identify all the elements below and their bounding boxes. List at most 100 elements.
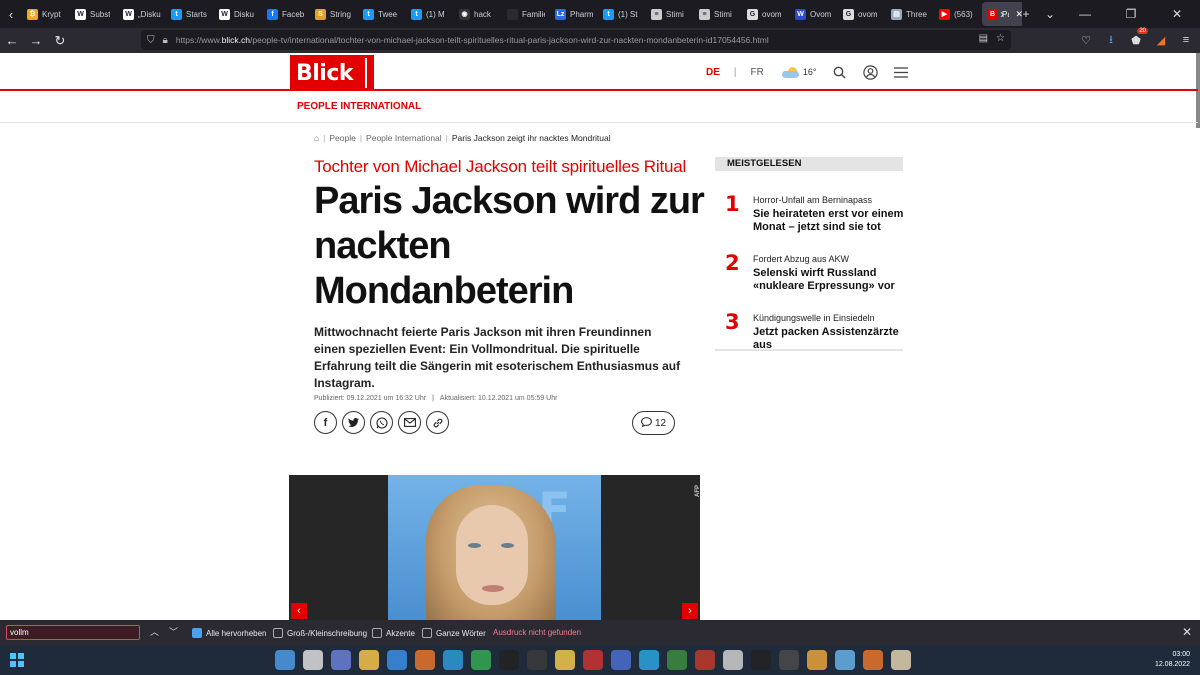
browser-tab[interactable]: t Starts [166,2,214,26]
restore-button[interactable]: ❐ [1108,7,1154,21]
browser-tab[interactable]: ◉ hack [454,2,502,26]
taskbar-app-icon[interactable] [527,650,547,670]
address-bar[interactable]: ⛉ 🔒︎ https://www.blick.ch/people-tv/inte… [141,30,1011,50]
find-next-icon[interactable]: ﹀ [169,625,178,638]
back-button[interactable]: ← [0,29,24,53]
match-case-option[interactable]: Groß-/Kleinschreibung [273,628,367,638]
reader-view-icon[interactable]: ▤ [979,33,988,44]
home-icon[interactable]: ⌂ [314,133,319,143]
browser-tab[interactable]: ≡ Stimi [694,2,742,26]
taskbar-app-icon[interactable] [387,650,407,670]
email-share-icon[interactable] [398,411,421,434]
taskbar-app-icon[interactable] [331,650,351,670]
minimize-button[interactable]: — [1062,7,1108,21]
most-read-item[interactable]: 2 Fordert Abzug aus AKW Selenski wirft R… [715,230,903,292]
browser-tab[interactable]: Lz Pharm [550,2,598,26]
browser-tab[interactable]: Familien A [502,2,550,26]
taskbar-app-icon[interactable] [891,650,911,670]
taskbar-app-icon[interactable] [275,650,295,670]
taskbar-app-icon[interactable] [751,650,771,670]
highlight-all-checkbox[interactable] [192,628,202,638]
article-photo[interactable]: F [388,475,601,620]
new-tab-button[interactable]: + [1014,7,1038,21]
taskbar-app-icon[interactable] [667,650,687,670]
browser-tab[interactable]: Govom [838,2,886,26]
gallery-next-arrow-icon[interactable]: › [682,603,698,619]
taskbar-app-icon[interactable] [499,650,519,670]
find-input[interactable] [6,625,140,640]
lock-icon[interactable]: 🔒︎ [163,35,168,46]
taskbar-app-icon[interactable] [723,650,743,670]
image-gallery[interactable]: F AFP ‹ › [289,475,701,620]
taskbar-app-icon[interactable] [359,650,379,670]
taskbar-app-icon[interactable] [555,650,575,670]
url-text[interactable]: https://www.blick.ch/people-tv/internati… [176,35,769,45]
facebook-share-icon[interactable]: f [314,411,337,434]
tab-scroll-right-icon[interactable]: › [990,7,1014,21]
browser-tab[interactable]: ₿ Krypt [22,2,70,26]
twitter-share-icon[interactable] [342,411,365,434]
close-window-button[interactable]: ✕ [1154,7,1200,21]
taskbar-app-icon[interactable] [639,650,659,670]
hamburger-menu-icon[interactable] [893,64,909,80]
browser-tab[interactable]: t (1) M [406,2,454,26]
find-previous-icon[interactable]: ︿ [150,625,159,638]
match-case-checkbox[interactable] [273,628,283,638]
system-clock[interactable]: 03:00 12.08.2022 [1155,650,1190,670]
taskbar-app-icon[interactable] [471,650,491,670]
user-account-icon[interactable] [862,64,878,80]
tab-scroll-left-icon[interactable]: ‹ [0,0,22,28]
breadcrumb-item[interactable]: People [329,133,355,143]
menu-icon[interactable]: ≡ [1178,31,1194,49]
extension-icon-2[interactable]: ◢ [1153,31,1169,49]
list-tabs-icon[interactable]: ⌄ [1038,7,1062,21]
browser-tab[interactable]: t Twee [358,2,406,26]
bookmark-star-icon[interactable]: ☆ [996,33,1005,44]
taskbar-app-icon[interactable] [807,650,827,670]
taskbar-app-icon[interactable] [415,650,435,670]
language-de-link[interactable]: DE [706,67,720,78]
comments-button[interactable]: 12 [632,411,675,435]
accents-option[interactable]: Akzente [372,628,415,638]
browser-tab[interactable]: ▤ Three [886,2,934,26]
most-read-item[interactable]: 1 Horror-Unfall am Berninapass Sie heira… [715,171,903,233]
gallery-prev-arrow-icon[interactable]: ‹ [291,603,307,619]
forward-button[interactable]: → [24,29,48,53]
taskbar-app-icon[interactable] [695,650,715,670]
taskbar-app-icon[interactable] [443,650,463,670]
taskbar-app-icon[interactable] [779,650,799,670]
taskbar-app-icon[interactable] [835,650,855,670]
browser-tab[interactable]: W Disku [214,2,262,26]
most-read-item[interactable]: 3 Kündigungswelle in Einsiedeln Jetzt pa… [715,289,903,351]
browser-tab[interactable]: W „Disku [118,2,166,26]
downloads-icon[interactable]: ⭳ [1103,31,1119,49]
extension-icon[interactable]: ⬟ 20 [1128,28,1148,49]
browser-tab[interactable]: ▶ (563) [934,2,982,26]
taskbar-app-icon[interactable] [583,650,603,670]
reload-button[interactable]: ↻ [48,29,72,53]
taskbar-app-icon[interactable] [611,650,631,670]
browser-tab[interactable]: S String [310,2,358,26]
browser-tab[interactable]: Govom [742,2,790,26]
breadcrumb-item[interactable]: People International [366,133,442,143]
section-link[interactable]: PEOPLE INTERNATIONAL [297,101,421,112]
search-icon[interactable] [831,64,847,80]
blick-logo[interactable]: Blick [290,55,374,91]
browser-tab[interactable]: f Faceb [262,2,310,26]
taskbar-app-icon[interactable] [863,650,883,670]
taskbar-app-icon[interactable] [303,650,323,670]
whatsapp-share-icon[interactable] [370,411,393,434]
browser-tab[interactable]: ≡ Stimi [646,2,694,26]
whole-words-checkbox[interactable] [422,628,432,638]
browser-tab[interactable]: W Ovom [790,2,838,26]
browser-tab[interactable]: t (1) St [598,2,646,26]
language-fr-link[interactable]: FR [751,67,764,78]
pocket-icon[interactable]: ♡ [1078,31,1094,49]
close-find-bar-icon[interactable]: ✕ [1182,625,1192,639]
whole-words-option[interactable]: Ganze Wörter [422,628,486,638]
weather-widget[interactable]: 16° [781,66,816,78]
highlight-all-option[interactable]: Alle hervorheben [192,628,266,638]
browser-tab[interactable]: W Subst [70,2,118,26]
shield-icon[interactable]: ⛉ [147,35,155,46]
copy-link-icon[interactable] [426,411,449,434]
